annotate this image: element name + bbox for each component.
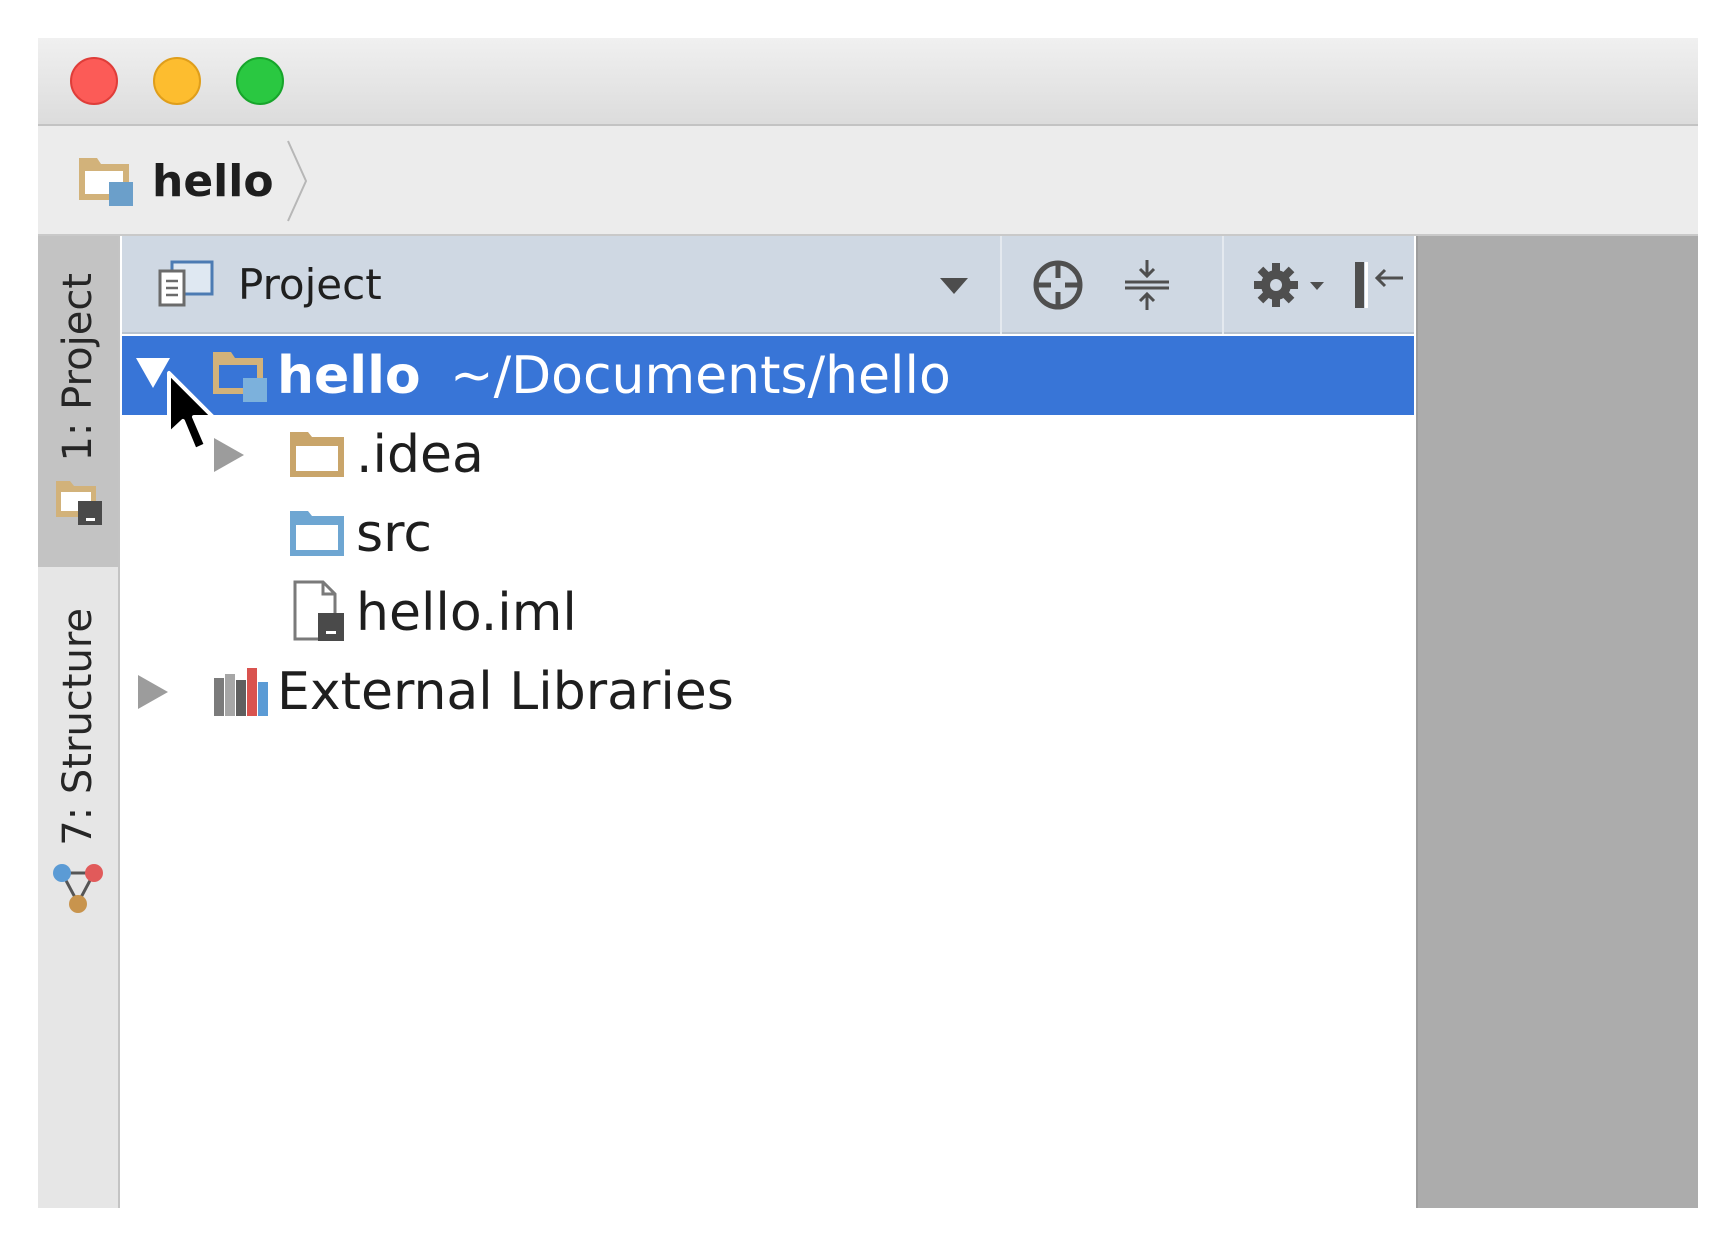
tab-project[interactable]: 1: Project bbox=[38, 236, 118, 567]
gear-icon bbox=[1254, 263, 1324, 307]
ide-window: hello 1: Project 7: Structure Project he… bbox=[38, 38, 1698, 1208]
tree-row-idea[interactable]: .idea bbox=[122, 415, 1414, 494]
project-view-icon bbox=[158, 260, 214, 307]
root-path: ~/Documents/hello bbox=[450, 345, 951, 406]
minimize-window-button[interactable] bbox=[153, 57, 201, 105]
root-name: hello bbox=[277, 345, 421, 406]
tab-project-label: 1: Project bbox=[55, 272, 101, 462]
tree-label-src: src bbox=[356, 503, 432, 564]
tree-label-iml: hello.iml bbox=[356, 582, 577, 643]
tree-row-src[interactable]: src bbox=[122, 494, 1414, 573]
hide-panel-button[interactable] bbox=[1348, 255, 1408, 315]
collapsed-arrow-icon[interactable] bbox=[138, 675, 168, 709]
navigation-bar: hello bbox=[38, 126, 1698, 236]
toolbar-divider bbox=[1222, 236, 1224, 334]
project-tool-window: Project hello ~/Documents/hello .idea sr… bbox=[122, 236, 1414, 1208]
folder-icon bbox=[290, 432, 344, 477]
project-folder-icon bbox=[56, 481, 102, 525]
tree-row-iml[interactable]: hello.iml bbox=[122, 573, 1414, 652]
scroll-from-source-icon bbox=[1033, 260, 1083, 310]
tab-structure-label: 7: Structure bbox=[55, 608, 101, 846]
mouse-pointer-icon bbox=[167, 371, 215, 452]
editor-area[interactable] bbox=[1416, 236, 1698, 1208]
collapse-all-icon bbox=[1125, 260, 1169, 310]
breadcrumb-hello[interactable]: hello bbox=[76, 140, 308, 222]
breadcrumb-label: hello bbox=[152, 155, 274, 207]
tree-row-root[interactable]: hello ~/Documents/hello bbox=[122, 336, 1414, 415]
collapse-all-button[interactable] bbox=[1117, 255, 1177, 315]
zoom-window-button[interactable] bbox=[236, 57, 284, 105]
expanded-arrow-icon[interactable] bbox=[136, 358, 170, 388]
source-folder-icon bbox=[290, 511, 344, 556]
structure-icon bbox=[53, 864, 103, 913]
hide-icon bbox=[1355, 262, 1403, 308]
project-folder-icon bbox=[79, 158, 133, 206]
libraries-icon bbox=[214, 668, 268, 716]
view-selector-dropdown[interactable]: Project bbox=[158, 254, 968, 314]
tree-label-idea: .idea bbox=[356, 424, 484, 485]
close-window-button[interactable] bbox=[70, 57, 118, 105]
tree-label-external-libraries: External Libraries bbox=[277, 661, 734, 722]
view-selector-label: Project bbox=[238, 259, 382, 309]
tab-structure[interactable]: 7: Structure bbox=[38, 596, 118, 916]
settings-button[interactable] bbox=[1250, 255, 1328, 315]
chevron-down-icon bbox=[940, 278, 968, 294]
breadcrumb-separator-icon bbox=[286, 140, 307, 222]
tool-window-sidebar: 1: Project 7: Structure bbox=[38, 236, 120, 1208]
iml-file-icon bbox=[293, 580, 344, 641]
tree-row-external-libraries[interactable]: External Libraries bbox=[122, 652, 1414, 731]
title-bar bbox=[38, 38, 1698, 126]
scroll-from-source-button[interactable] bbox=[1028, 255, 1088, 315]
project-panel-header: Project bbox=[122, 236, 1414, 334]
toolbar-divider bbox=[1000, 236, 1002, 334]
